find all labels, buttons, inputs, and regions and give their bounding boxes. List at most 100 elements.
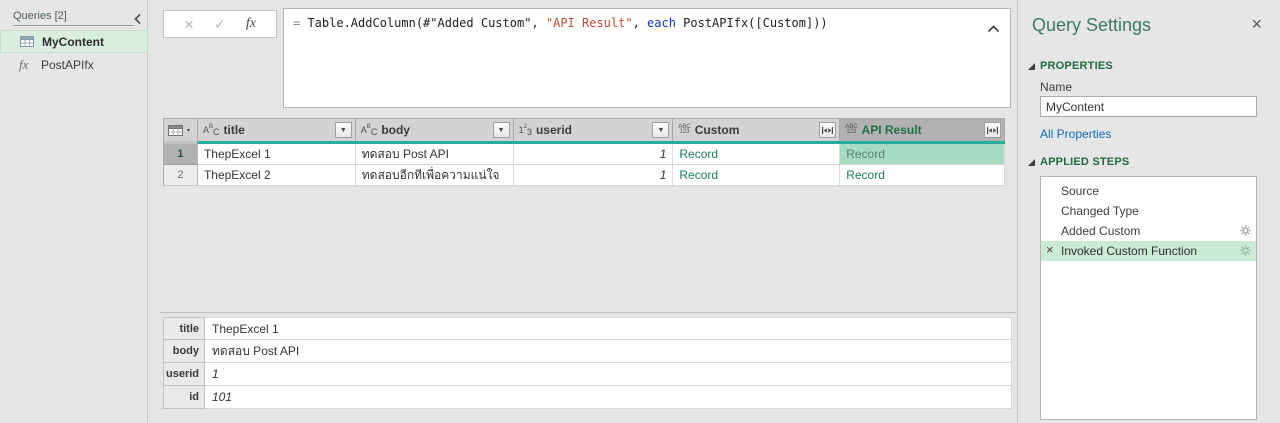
- delete-step-icon[interactable]: ×: [1046, 243, 1054, 256]
- query-item-label: MyContent: [42, 34, 104, 49]
- step-label: Changed Type: [1061, 204, 1139, 218]
- query-item-mycontent[interactable]: MyContent: [0, 30, 148, 53]
- query-list: MyContent fx PostAPIfx: [0, 30, 148, 76]
- fx-add-step-button[interactable]: fx: [246, 16, 256, 32]
- step-settings-gear-icon[interactable]: [1240, 225, 1251, 239]
- step-added-custom[interactable]: Added Custom: [1041, 221, 1256, 241]
- column-name: Custom: [694, 123, 740, 137]
- expand-column-button[interactable]: [819, 122, 837, 138]
- cell-custom-record-link[interactable]: Record: [673, 144, 841, 165]
- row-number[interactable]: 2: [164, 165, 198, 186]
- close-icon[interactable]: ×: [1251, 15, 1262, 33]
- table-corner-icon: [168, 124, 183, 136]
- any-type-icon: ABC 123: [845, 124, 858, 135]
- column-header-title[interactable]: ABC title ▼: [197, 119, 356, 141]
- filter-dropdown-button[interactable]: ▼: [334, 122, 352, 138]
- queries-pane: Queries [2] MyContent fx PostAPIfx: [0, 0, 148, 423]
- formula-keyword: each: [647, 16, 676, 30]
- record-field-row: id 101: [163, 385, 1012, 409]
- column-name: body: [381, 123, 410, 137]
- step-changed-type[interactable]: Changed Type: [1041, 201, 1256, 221]
- record-field-label: id: [163, 385, 205, 409]
- record-field-value: ThepExcel 1: [205, 317, 1012, 340]
- cell-api-result-record-link[interactable]: Record: [840, 165, 1005, 186]
- formula-post: PostAPIfx([Custom])): [675, 16, 828, 30]
- step-settings-gear-icon[interactable]: [1240, 245, 1251, 259]
- formula-pre: Table.AddColumn(#"Added Custom",: [307, 16, 546, 30]
- cell-title[interactable]: ThepExcel 2: [197, 165, 356, 186]
- text-type-icon: ABC: [202, 124, 220, 137]
- queries-pane-header: Queries [2]: [13, 10, 134, 26]
- cell-body[interactable]: ทดสอบอีกทีเพื่อความแน่ใจ: [355, 165, 514, 186]
- data-grid: ▾ ABC title ▼ ABC body ▼ 123 userid ▼ AB…: [163, 118, 1005, 186]
- cell-userid[interactable]: 1: [513, 165, 674, 186]
- cell-title[interactable]: ThepExcel 1: [197, 144, 356, 165]
- applied-steps-list: Source Changed Type Added Custom × Invok…: [1040, 176, 1257, 420]
- record-field-label: body: [163, 339, 205, 363]
- collapse-formula-bar-icon[interactable]: [987, 20, 1000, 33]
- query-item-label: PostAPIfx: [41, 57, 94, 72]
- table-row: 1 ThepExcel 1 ทดสอบ Post API 1 Record Re…: [164, 144, 1005, 165]
- grid-header-row: ▾ ABC title ▼ ABC body ▼ 123 userid ▼ AB…: [164, 119, 1005, 141]
- text-type-icon: ABC: [360, 124, 378, 137]
- query-settings-pane: Query Settings × PROPERTIES Name All Pro…: [1018, 0, 1280, 423]
- collapse-triangle-icon: [1028, 62, 1035, 70]
- corner-caret-icon: ▾: [187, 127, 191, 134]
- formula-string-literal: "API Result": [545, 16, 633, 30]
- collapse-triangle-icon: [1028, 158, 1035, 166]
- record-field-value: 101: [205, 385, 1012, 409]
- column-header-userid[interactable]: 123 userid ▼: [513, 119, 674, 141]
- record-field-value: ทดสอบ Post API: [205, 339, 1012, 363]
- any-type-icon: ABC 123: [678, 124, 691, 135]
- formula-equals: =: [293, 16, 308, 30]
- record-preview-pane: title ThepExcel 1 body ทดสอบ Post API us…: [163, 317, 1012, 409]
- column-header-body[interactable]: ABC body ▼: [355, 119, 514, 141]
- step-invoked-custom-function[interactable]: × Invoked Custom Function: [1041, 241, 1256, 261]
- column-name: API Result: [861, 123, 922, 137]
- step-source[interactable]: Source: [1041, 181, 1256, 201]
- query-name-input[interactable]: [1040, 96, 1257, 117]
- cell-userid[interactable]: 1: [513, 144, 674, 165]
- number-type-icon: 123: [518, 124, 532, 137]
- table-row: 2 ThepExcel 2 ทดสอบอีกทีเพื่อความแน่ใจ 1…: [164, 165, 1005, 186]
- record-field-label: title: [163, 317, 205, 340]
- record-field-row: userid 1: [163, 362, 1012, 386]
- step-label: Source: [1061, 184, 1100, 198]
- record-field-row: body ทดสอบ Post API: [163, 339, 1012, 363]
- cell-api-result-record-link[interactable]: Record: [840, 144, 1005, 165]
- filter-dropdown-button[interactable]: ▼: [492, 122, 510, 138]
- cancel-formula-icon[interactable]: ×: [184, 16, 194, 33]
- collapse-queries-pane-icon[interactable]: [133, 12, 143, 25]
- step-label: Added Custom: [1061, 224, 1141, 238]
- step-label: Invoked Custom Function: [1061, 244, 1198, 258]
- cell-custom-record-link[interactable]: Record: [673, 165, 841, 186]
- expand-column-button[interactable]: [984, 122, 1001, 138]
- table-query-icon: [20, 36, 42, 47]
- column-name: userid: [535, 123, 572, 137]
- column-name: title: [223, 123, 245, 137]
- properties-section-header[interactable]: PROPERTIES: [1028, 60, 1113, 72]
- cell-body[interactable]: ทดสอบ Post API: [355, 144, 514, 165]
- query-settings-title: Query Settings: [1032, 15, 1152, 35]
- record-field-label: userid: [163, 362, 205, 386]
- formula-toolbar: × ✓ fx: [163, 10, 277, 38]
- all-properties-link[interactable]: All Properties: [1040, 127, 1111, 141]
- row-number[interactable]: 1: [164, 144, 198, 165]
- function-query-icon: fx: [19, 56, 29, 72]
- expand-arrows-icon: [987, 126, 998, 134]
- filter-dropdown-button[interactable]: ▼: [652, 122, 670, 138]
- commit-formula-icon[interactable]: ✓: [214, 17, 226, 31]
- name-field-label: Name: [1040, 80, 1073, 94]
- formula-input[interactable]: = Table.AddColumn(#"Added Custom", "API …: [283, 8, 1011, 108]
- formula-mid: ,: [632, 16, 648, 30]
- column-header-custom[interactable]: ABC 123 Custom: [673, 119, 841, 141]
- preview-pane-divider[interactable]: [160, 312, 1016, 313]
- select-all-corner-button[interactable]: ▾: [164, 119, 198, 141]
- column-header-api-result[interactable]: ABC 123 API Result: [840, 119, 1005, 141]
- expand-arrows-icon: [822, 126, 834, 134]
- record-field-row: title ThepExcel 1: [163, 317, 1012, 340]
- record-field-value: 1: [205, 362, 1012, 386]
- query-item-postapifx[interactable]: fx PostAPIfx: [0, 53, 148, 76]
- formula-text: = Table.AddColumn(#"Added Custom", "API …: [284, 9, 1010, 30]
- applied-steps-section-header[interactable]: APPLIED STEPS: [1028, 156, 1129, 168]
